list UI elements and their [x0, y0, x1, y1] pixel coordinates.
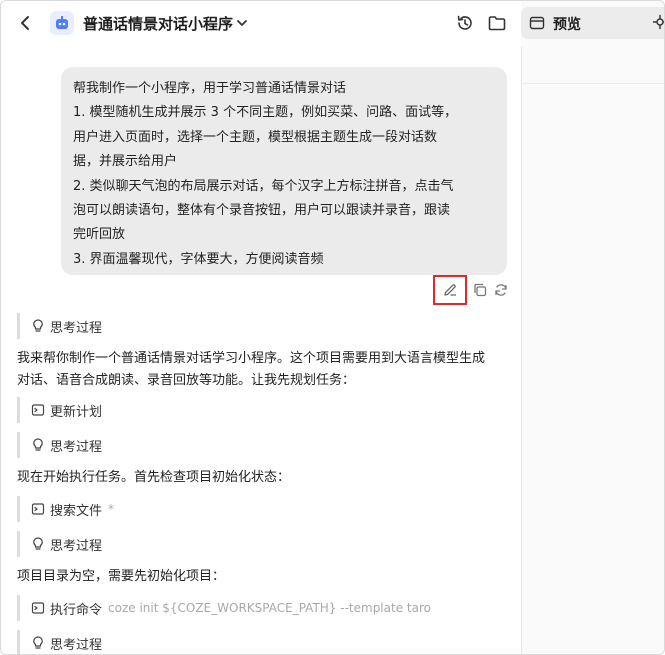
assistant-paragraph: 现在开始执行任务。首先检查项目初始化状态：: [17, 467, 290, 489]
step-label: 更新计划: [50, 404, 103, 420]
tools-button[interactable]: [652, 14, 664, 30]
folder-icon: [488, 16, 506, 31]
thinking-step[interactable]: 思考过程: [17, 432, 102, 458]
chat-header: 普通话情景对话小程序: [1, 1, 521, 45]
tools-icon: [652, 14, 664, 30]
terminal-icon: [31, 403, 45, 417]
pencil-icon: [444, 284, 457, 296]
message-line: 3. 界面温馨现代，字体要大，方便阅读音频: [73, 251, 324, 267]
thinking-step[interactable]: 思考过程: [17, 630, 103, 654]
edit-message-button[interactable]: [433, 275, 467, 305]
app-icon: [50, 11, 74, 35]
step-label: 搜索文件: [50, 503, 103, 519]
step-label: 思考过程: [50, 439, 103, 455]
message-actions: [433, 275, 513, 305]
message-line: 完听回放: [73, 227, 126, 243]
step-label: 执行命令: [50, 602, 103, 618]
robot-icon: [56, 16, 68, 29]
page-title: 普通话情景对话小程序: [83, 15, 234, 33]
history-button[interactable]: [455, 13, 475, 33]
lightbulb-icon: [31, 636, 45, 650]
refresh-icon: [495, 284, 507, 296]
retry-message-button[interactable]: [493, 282, 509, 298]
thinking-step[interactable]: 思考过程: [17, 531, 102, 557]
assistant-paragraph: 我来帮你制作一个普通话情景对话学习小程序。这个项目需要用到大语言模型生成 对话、…: [17, 348, 485, 392]
paragraph-line: 现在开始执行任务。首先检查项目初始化状态：: [17, 470, 291, 485]
command-text: coze init ${COZE_WORKSPACE_PATH} --templ…: [108, 601, 431, 615]
title-dropdown-button[interactable]: [233, 14, 251, 32]
window-icon: [529, 15, 545, 31]
app-window: 普通话情景对话小程序 帮我制作一个小程序，用于学习普通话情景对话 1. 模型随机…: [0, 0, 665, 655]
terminal-icon: [31, 502, 45, 516]
step-label: 思考过程: [50, 320, 103, 336]
message-line: 1. 模型随机生成并展示 3 个不同主题，例如买菜、问路、面试等，: [73, 105, 458, 121]
chat-pane: 普通话情景对话小程序 帮我制作一个小程序，用于学习普通话情景对话 1. 模型随机…: [1, 1, 521, 654]
copy-icon: [474, 283, 487, 297]
search-files-step[interactable]: 搜索文件 *: [17, 496, 114, 522]
tab-preview-label: 预览: [553, 17, 581, 33]
tab-preview[interactable]: 预览: [521, 7, 664, 39]
message-line: 泡可以朗读语句，整体有个录音按钮，用户可以跟读并录音，跟读: [73, 203, 451, 219]
preview-divider: [522, 83, 664, 84]
message-line: 据，并展示给用户: [73, 154, 178, 170]
folder-button[interactable]: [487, 13, 507, 33]
message-line: 2. 类似聊天气泡的布局展示对话，每个汉字上方标注拼音，点击气: [73, 178, 454, 194]
assistant-paragraph: 项目目录为空，需要先初始化项目：: [17, 566, 225, 588]
paragraph-line: 我来帮你制作一个普通话情景对话学习小程序。这个项目需要用到大语言模型生成: [17, 351, 486, 366]
run-command-step[interactable]: 执行命令 coze init ${COZE_WORKSPACE_PATH} --…: [17, 595, 431, 621]
lightbulb-icon: [31, 438, 45, 452]
preview-pane: 预览: [521, 1, 664, 654]
message-line: 帮我制作一个小程序，用于学习普通话情景对话: [73, 81, 347, 96]
terminal-icon: [31, 601, 45, 615]
copy-message-button[interactable]: [472, 282, 488, 298]
thinking-step[interactable]: 思考过程: [17, 313, 102, 339]
step-label: 思考过程: [50, 637, 103, 653]
step-label: 思考过程: [50, 538, 103, 554]
message-line: 用户进入页面时，选择一个主题，模型根据主题生成一段对话数: [73, 129, 438, 145]
lightbulb-icon: [31, 537, 45, 551]
paragraph-line: 对话、语音合成朗读、录音回放等功能。让我先规划任务：: [17, 373, 356, 388]
update-plan-step[interactable]: 更新计划: [17, 397, 102, 423]
user-message-bubble: 帮我制作一个小程序，用于学习普通话情景对话 1. 模型随机生成并展示 3 个不同…: [61, 67, 507, 275]
paragraph-line: 项目目录为空，需要先初始化项目：: [17, 569, 226, 584]
chevron-left-icon: [21, 16, 29, 30]
history-icon: [457, 15, 472, 30]
chevron-down-icon: [237, 20, 247, 26]
step-detail: *: [108, 502, 115, 516]
preview-canvas: [521, 47, 664, 654]
back-button[interactable]: [15, 13, 37, 33]
lightbulb-icon: [31, 319, 45, 333]
